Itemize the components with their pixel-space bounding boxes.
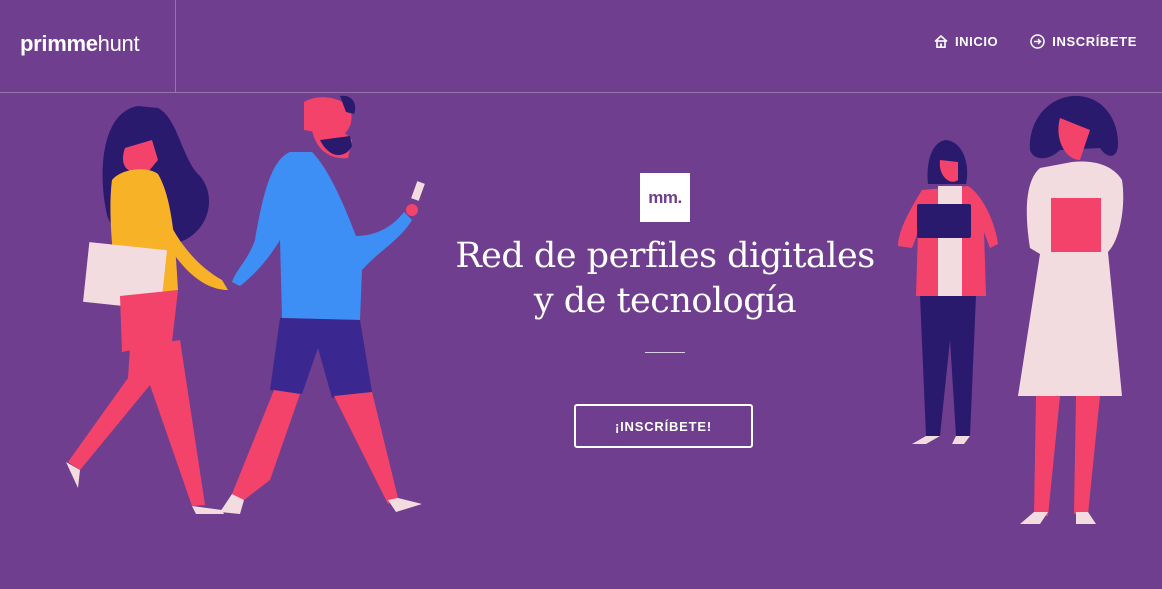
brand-badge: mm. xyxy=(640,173,690,222)
signup-button[interactable]: ¡INSCRÍBETE! xyxy=(574,404,753,448)
hero-title-line2: y de tecnología xyxy=(533,281,797,321)
woman-dress-illustration xyxy=(1018,95,1124,524)
hero-title-line1: Red de perfiles digitales xyxy=(455,236,875,276)
title-divider xyxy=(645,352,685,353)
woman-walking-illustration xyxy=(66,106,228,514)
hero-title: Red de perfiles digitales y de tecnologí… xyxy=(400,234,930,324)
man-walking-illustration xyxy=(220,95,425,514)
